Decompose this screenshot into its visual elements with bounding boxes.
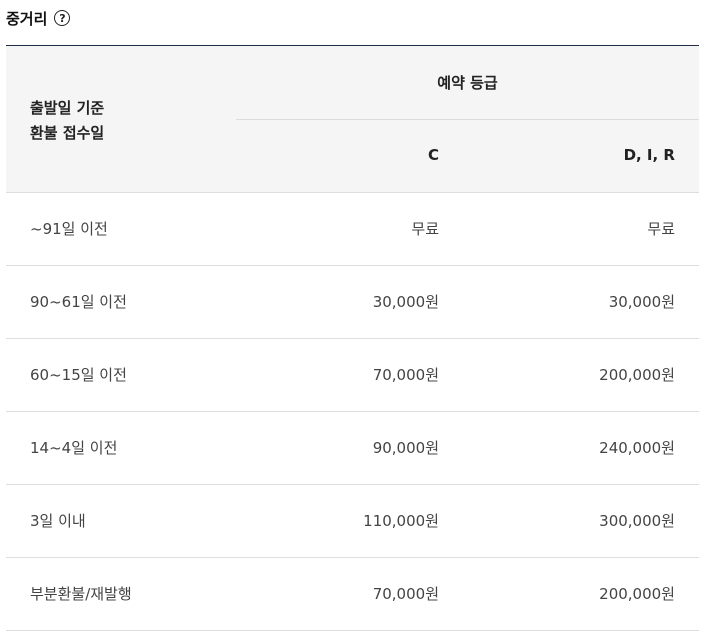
table-row: 60~15일 이전 70,000원 200,000원 — [6, 339, 699, 412]
row-fee-dir: 무료 — [647, 220, 675, 238]
row-fee-c: 110,000원 — [363, 512, 439, 530]
section-title: 중거리 — [6, 9, 48, 28]
question-circle-icon[interactable]: ? — [54, 10, 71, 26]
row-period: 90~61일 이전 — [30, 293, 127, 311]
row-fee-dir: 30,000원 — [608, 293, 675, 311]
row-fee-c: 70,000원 — [372, 585, 439, 603]
row-period: 14~4일 이전 — [30, 439, 118, 457]
row-fee-dir: 200,000원 — [599, 366, 675, 384]
refund-fee-table: 출발일 기준 환불 접수일 예약 등급 C D, I, R ~91일 이전 무료… — [6, 45, 699, 631]
row-fee-c: 90,000원 — [372, 439, 439, 457]
table-row: 90~61일 이전 30,000원 30,000원 — [6, 266, 699, 339]
header-booking-class-group: 예약 등급 — [236, 46, 699, 120]
row-period: 3일 이내 — [30, 512, 86, 530]
header-class-dir: D, I, R — [623, 146, 675, 164]
row-fee-dir: 240,000원 — [599, 439, 675, 457]
table-row: 14~4일 이전 90,000원 240,000원 — [6, 412, 699, 485]
row-period: 60~15일 이전 — [30, 366, 127, 384]
table-header: 출발일 기준 환불 접수일 예약 등급 C D, I, R — [6, 46, 699, 193]
section-header: 중거리 ? — [6, 6, 71, 30]
header-class-c: C — [427, 146, 439, 164]
row-fee-dir: 300,000원 — [599, 512, 675, 530]
row-fee-c: 30,000원 — [372, 293, 439, 311]
table-row: 3일 이내 110,000원 300,000원 — [6, 485, 699, 558]
row-period: 부분환불/재발행 — [30, 585, 132, 603]
header-refund-date: 출발일 기준 환불 접수일 — [30, 96, 210, 146]
row-fee-c: 70,000원 — [372, 366, 439, 384]
row-fee-c: 무료 — [411, 220, 439, 238]
refund-fee-section: 중거리 ? 출발일 기준 환불 접수일 예약 등급 C D, I, R ~91일… — [0, 0, 713, 638]
table-row: 부분환불/재발행 70,000원 200,000원 — [6, 558, 699, 631]
table-row: ~91일 이전 무료 무료 — [6, 193, 699, 266]
header-refund-date-line2: 환불 접수일 — [30, 124, 105, 142]
header-refund-date-line1: 출발일 기준 — [30, 99, 105, 117]
row-period: ~91일 이전 — [30, 220, 108, 238]
row-fee-dir: 200,000원 — [599, 585, 675, 603]
